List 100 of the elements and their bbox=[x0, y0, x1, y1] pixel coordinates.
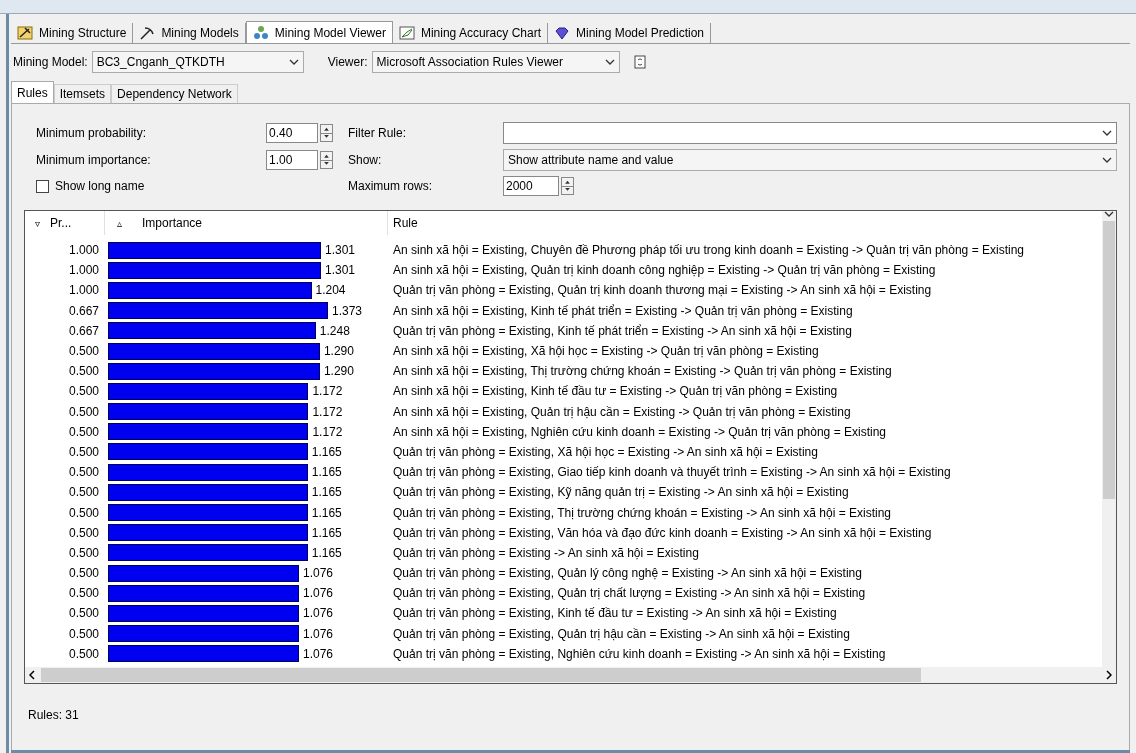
pickaxe-chart-icon bbox=[17, 26, 33, 40]
importance-value: 1.301 bbox=[323, 262, 355, 280]
viewer-label: Viewer: bbox=[327, 54, 368, 71]
min-probability-field[interactable]: 0.40 bbox=[266, 123, 318, 143]
scroll-right-icon[interactable] bbox=[1106, 670, 1112, 680]
table-row[interactable]: 0.500 1.165 Quản trị văn phòng = Existing, Giao tiếp kinh doanh và thuyết trình = Existing -> An sinh xã hội = Existing bbox=[25, 462, 1102, 483]
rule-cell-text: Quản trị văn phòng = Existing, Thị trường chứng khoán = Existing -> An sinh xã hội = Existing bbox=[393, 504, 891, 522]
importance-value: 1.076 bbox=[302, 565, 334, 583]
rule-cell-text: Quản trị văn phòng = Existing, Văn hóa và đạo đức kinh doanh = Existing -> An sinh xã hội = Existing bbox=[393, 524, 932, 542]
importance-value: 1.076 bbox=[302, 605, 334, 623]
rule-cell-text: Quản trị văn phòng = Existing, Kỹ năng quản trị = Existing -> An sinh xã hội = Existing bbox=[393, 484, 849, 502]
probability-cell-text: 0.500 bbox=[67, 625, 100, 643]
importance-value: 1.165 bbox=[310, 484, 342, 502]
table-row[interactable]: 0.500 1.165 Quản trị văn phòng = Existing, Xã hội học = Existing -> An sinh xã hội = Existing bbox=[25, 441, 1102, 463]
table-row[interactable]: 0.500 1.076 Quản trị văn phòng = Existing, Nghiên cứu kinh doanh = Existing -> An sinh xã hội = Existing bbox=[25, 643, 1102, 664]
viewer-tab[interactable]: Rules bbox=[11, 81, 54, 103]
rule-cell-text: Quản trị văn phòng = Existing, Quản lý công nghệ = Existing -> An sinh xã hội = Existing bbox=[393, 565, 862, 583]
table-row[interactable]: 1.000 1.204 Quản trị văn phòng = Existing, Quản trị kinh doanh thương mại = Existing -> An sinh xã hội = Existing bbox=[25, 280, 1102, 301]
checkbox[interactable] bbox=[36, 179, 49, 193]
table-row[interactable]: 0.500 1.076 Quản trị văn phòng = Existing, Quản lý công nghệ = Existing -> An sinh xã hội = Existing bbox=[25, 563, 1102, 584]
table-row[interactable]: 0.500 1.290 An sinh xã hội = Existing, Thị trường chứng khoán = Existing -> Quản trị văn phòng = Existing bbox=[25, 361, 1102, 382]
importance-value: 1.301 bbox=[323, 242, 355, 260]
status-text: Rules: 31 bbox=[28, 708, 79, 722]
probability-cell-text: 0.500 bbox=[67, 363, 100, 381]
probability-cell-text: 0.500 bbox=[67, 443, 100, 461]
rule-cell-text: Quản trị văn phòng = Existing, Quản trị hậu cần = Existing -> An sinh xã hội = Existing bbox=[393, 625, 850, 643]
probability-cell-text: 0.500 bbox=[67, 484, 100, 502]
probability-cell-text: 0.500 bbox=[67, 524, 100, 542]
max-rows-field[interactable]: 2000 bbox=[503, 176, 559, 196]
table-row[interactable]: 0.500 1.076 Quản trị văn phòng = Existing, Kinh tế đầu tư = Existing -> An sinh xã hội = Existing bbox=[25, 603, 1102, 624]
importance-value: 1.172 bbox=[311, 383, 343, 401]
viewer-dropdown[interactable]: Microsoft Association Rules Viewer bbox=[371, 51, 620, 73]
show-long-name-label: Show long name bbox=[55, 178, 145, 195]
designer-tab[interactable]: Mining Model Viewer bbox=[245, 21, 393, 43]
spinner-buttons[interactable] bbox=[320, 124, 333, 142]
probability-cell-text: 0.500 bbox=[67, 504, 100, 522]
mining-model-dropdown[interactable]: BC3_Cnganh_QTKDTH bbox=[91, 51, 304, 73]
column-header[interactable]: ▵ Importance bbox=[105, 211, 388, 235]
rule-cell-text: Quản trị văn phòng = Existing, Nghiên cứu kinh doanh = Existing -> An sinh xã hội = Existing bbox=[393, 645, 886, 663]
importance-value: 1.290 bbox=[322, 343, 354, 361]
rule-cell-text: Quản trị văn phòng = Existing, Kinh tế phát triển = Existing -> An sinh xã hội = Existing bbox=[393, 322, 852, 340]
table-row[interactable]: 0.500 1.290 An sinh xã hội = Existing, Xã hội học = Existing -> Quản trị văn phòng = Existing bbox=[25, 340, 1102, 362]
refresh-icon[interactable] bbox=[633, 55, 646, 69]
vertical-scrollbar[interactable] bbox=[1102, 211, 1116, 667]
probability-cell-text: 0.667 bbox=[67, 322, 100, 340]
table-row[interactable]: 0.500 1.165 Quản trị văn phòng = Existing, Kỹ năng quản trị = Existing -> An sinh xã hội = Existing bbox=[25, 482, 1102, 503]
probability-cell-text: 0.500 bbox=[67, 383, 100, 401]
importance-value: 1.172 bbox=[311, 403, 343, 421]
rule-cell-text: Quản trị văn phòng = Existing, Giao tiếp kinh doanh và thuyết trình = Existing -> An sinh xã hội = Existing bbox=[393, 464, 951, 482]
rule-cell-text: Quản trị văn phòng = Existing -> An sinh xã hội = Existing bbox=[393, 544, 699, 562]
importance-value: 1.172 bbox=[311, 423, 343, 441]
importance-value: 1.076 bbox=[302, 625, 334, 643]
probability-cell-text: 0.500 bbox=[67, 565, 100, 583]
probability-cell-text: 0.500 bbox=[67, 645, 100, 663]
probability-cell-text: 0.500 bbox=[67, 403, 100, 421]
importance-value: 1.165 bbox=[310, 524, 342, 542]
table-row[interactable]: 0.500 1.076 Quản trị văn phòng = Existing, Quản trị chất lượng = Existing -> An sinh xã hội = Existing bbox=[25, 583, 1102, 604]
probability-cell-text: 1.000 bbox=[67, 242, 100, 260]
min-importance-field[interactable]: 1.00 bbox=[266, 150, 318, 170]
spinner-buttons[interactable] bbox=[561, 177, 574, 195]
pickaxe-icon bbox=[139, 26, 156, 40]
table-row[interactable]: 1.000 1.301 An sinh xã hội = Existing, Quản trị kinh doanh công nghiệp = Existing -> Quản trị văn phòng = Existing bbox=[25, 260, 1102, 281]
table-row[interactable]: 0.667 1.248 Quản trị văn phòng = Existing, Kinh tế phát triển = Existing -> An sinh xã hội = Existing bbox=[25, 320, 1102, 341]
show-dropdown[interactable]: Show attribute name and value bbox=[503, 149, 1117, 171]
rule-cell-text: An sinh xã hội = Existing, Quản trị kinh doanh công nghiệp = Existing -> Quản trị văn phòng = Existing bbox=[393, 262, 936, 280]
column-header[interactable]: Rule bbox=[388, 211, 1102, 235]
table-row[interactable]: 0.500 1.172 An sinh xã hội = Existing, Kinh tế đầu tư = Existing -> Quản trị văn phòng = Existing bbox=[25, 381, 1102, 402]
column-header[interactable]: ▿ Pr... bbox=[25, 211, 105, 235]
probability-cell-text: 0.500 bbox=[67, 343, 100, 361]
rule-cell-text: An sinh xã hội = Existing, Kinh tế đầu tư = Existing -> Quản trị văn phòng = Existing bbox=[393, 383, 838, 401]
table-row[interactable]: 0.500 1.165 Quản trị văn phòng = Existing, Văn hóa và đạo đức kinh doanh = Existing -> An sinh xã hội = Existing bbox=[25, 522, 1102, 543]
probability-cell-text: 0.500 bbox=[67, 544, 100, 562]
horizontal-scrollbar[interactable] bbox=[25, 667, 1116, 683]
probability-cell-text: 0.500 bbox=[67, 585, 100, 603]
table-row[interactable]: 0.500 1.165 Quản trị văn phòng = Existing -> An sinh xã hội = Existing bbox=[25, 542, 1102, 563]
probability-cell-text: 1.000 bbox=[67, 282, 100, 300]
probability-cell-text: 0.500 bbox=[67, 423, 100, 441]
scroll-left-icon[interactable] bbox=[29, 670, 35, 680]
importance-value: 1.248 bbox=[318, 322, 350, 340]
rule-cell-text: An sinh xã hội = Existing, Chuyên đề Phương pháp tối ưu trong kinh doanh = Existing -> Quản trị văn phòng = Existing bbox=[393, 242, 1024, 260]
filter-rule-label: Filter Rule: bbox=[348, 125, 407, 142]
spinner-buttons[interactable] bbox=[320, 151, 333, 169]
viewer-tab[interactable]: Dependency Network bbox=[111, 84, 238, 103]
rule-cell-text: An sinh xã hội = Existing, Quản trị hậu cần = Existing -> Quản trị văn phòng = Existing bbox=[393, 403, 851, 421]
filter-rule-field[interactable] bbox=[503, 122, 1117, 144]
table-row[interactable]: 0.500 1.076 Quản trị văn phòng = Existing, Quản trị hậu cần = Existing -> An sinh xã hội = Existing bbox=[25, 623, 1102, 644]
table-row[interactable]: 1.000 1.301 An sinh xã hội = Existing, Chuyên đề Phương pháp tối ưu trong kinh doanh = Existing -> Quản trị văn phòng = Existing bbox=[25, 240, 1102, 261]
rule-cell-text: Quản trị văn phòng = Existing, Xã hội học = Existing -> An sinh xã hội = Existing bbox=[393, 443, 818, 461]
rule-cell-text: An sinh xã hội = Existing, Nghiên cứu kinh doanh = Existing -> Quản trị văn phòng = Existing bbox=[393, 423, 886, 441]
probability-cell-text: 0.500 bbox=[67, 464, 100, 482]
table-row[interactable]: 0.500 1.172 An sinh xã hội = Existing, Nghiên cứu kinh doanh = Existing -> Quản trị văn phòng = Existing bbox=[25, 421, 1102, 442]
importance-value: 1.076 bbox=[302, 585, 334, 603]
table-row[interactable]: 0.500 1.165 Quản trị văn phòng = Existing, Thị trường chứng khoán = Existing -> An sinh xã hội = Existing bbox=[25, 502, 1102, 523]
table-row[interactable]: 0.500 1.172 An sinh xã hội = Existing, Quản trị hậu cần = Existing -> Quản trị văn phòng = Existing bbox=[25, 401, 1102, 422]
table-row[interactable]: 0.667 1.373 An sinh xã hội = Existing, Kinh tế phát triển = Existing -> Quản trị văn phòng = Existing bbox=[25, 300, 1102, 321]
viewer-tab[interactable]: Itemsets bbox=[53, 84, 112, 103]
probability-cell-text: 0.667 bbox=[67, 302, 100, 320]
max-rows-label: Maximum rows: bbox=[348, 178, 433, 195]
importance-value: 1.165 bbox=[310, 544, 342, 562]
mining-model-label: Mining Model: bbox=[13, 54, 88, 71]
